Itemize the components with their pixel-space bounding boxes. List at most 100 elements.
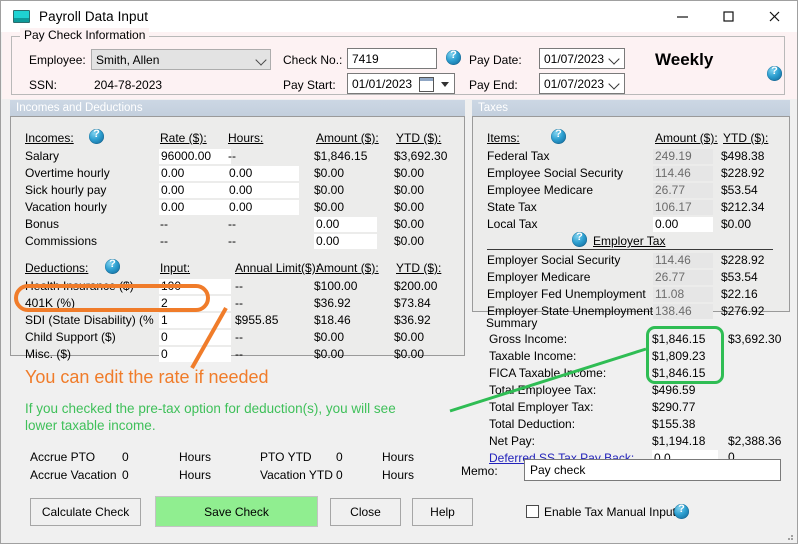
tax-amount-readonly: 106.17: [653, 200, 713, 215]
enable-tax-manual-input-checkbox[interactable]: [526, 505, 539, 518]
employer-tax-divider: [487, 249, 773, 250]
income-hours-na: --: [228, 234, 236, 249]
incomes-help-icon[interactable]: [89, 129, 104, 144]
pay-start-date-picker[interactable]: 01/01/2023: [347, 73, 455, 94]
income-amount-input[interactable]: 0.00: [314, 217, 377, 232]
summary-row-value: $496.59: [652, 383, 695, 397]
column-ytd: YTD ($):: [396, 131, 441, 145]
taxes-panel: Items: Amount ($): YTD ($): Federal Tax …: [472, 116, 790, 312]
deduction-amount-value: $36.92: [314, 296, 351, 311]
employer-tax-amount: 11.08: [653, 287, 713, 302]
employer-tax-row-label: Employer Social Security: [487, 253, 620, 267]
close-icon[interactable]: [751, 1, 797, 32]
income-row-label: Bonus: [25, 217, 59, 231]
pay-end-value: 01/07/2023: [544, 77, 604, 91]
summary-row-ytd: $3,692.30: [728, 332, 781, 346]
income-ytd-value: $3,692.30: [394, 149, 447, 164]
vacation-ytd-units: Hours: [382, 468, 414, 482]
column-ytd: YTD ($):: [723, 131, 768, 145]
deduction-amount-value: $100.00: [314, 279, 357, 294]
tax-ytd-value: $53.54: [721, 183, 758, 198]
pay-frequency-label: Weekly: [655, 50, 713, 70]
deduction-amount-value: $18.46: [314, 313, 351, 328]
employer-tax-help-icon[interactable]: [572, 232, 587, 247]
resize-grip[interactable]: [784, 531, 794, 541]
taxable-income-highlight: [646, 326, 724, 384]
incomes-header: Incomes:: [25, 131, 74, 145]
help-button[interactable]: Help: [412, 498, 473, 526]
pto-ytd-units: Hours: [382, 450, 414, 464]
deduction-limit-na: --: [235, 279, 243, 294]
pto-ytd-label: PTO YTD: [260, 450, 312, 464]
accrue-pto-value: 0: [122, 450, 129, 464]
deduction-amount-value: $0.00: [314, 330, 344, 345]
tax-amount-readonly: 249.19: [653, 149, 713, 164]
pay-end-date-picker[interactable]: 01/07/2023: [539, 73, 625, 94]
ssn-label: SSN:: [29, 78, 57, 92]
pay-start-label: Pay Start:: [283, 78, 336, 92]
employee-select[interactable]: Smith, Allen: [91, 49, 271, 70]
income-hours-na: --: [228, 149, 236, 164]
pay-date-picker[interactable]: 01/07/2023: [539, 48, 625, 69]
income-hours-input[interactable]: 0.00: [227, 166, 299, 181]
accrue-vacation-value: 0: [122, 468, 129, 482]
income-hours-input[interactable]: 0.00: [227, 200, 299, 215]
column-input: Input:: [160, 261, 190, 275]
summary-row-ytd: $2,388.36: [728, 434, 781, 448]
accrue-pto-label: Accrue PTO: [30, 450, 95, 464]
tax-row-label: Federal Tax: [487, 149, 549, 163]
memo-label: Memo:: [461, 464, 498, 478]
income-rate-input[interactable]: 96000.00: [159, 149, 231, 164]
check-no-input[interactable]: 7419: [347, 48, 437, 69]
memo-input[interactable]: Pay check: [524, 459, 781, 481]
tax-amount-input[interactable]: 0.00: [653, 217, 713, 232]
maximize-icon[interactable]: [705, 1, 751, 32]
column-rate: Rate ($):: [160, 131, 207, 145]
ssn-value: 204-78-2023: [94, 78, 162, 92]
annotation-green-line2: lower taxable income.: [25, 417, 465, 434]
calculate-check-button[interactable]: Calculate Check: [30, 498, 141, 526]
deduction-row-label: SDI (State Disability) (%: [25, 313, 154, 327]
income-hours-na: --: [228, 217, 236, 232]
column-amount: Amount ($):: [655, 131, 718, 145]
group-border-left: [12, 36, 20, 37]
green-pointer-line: [446, 341, 656, 421]
deduction-ytd-value: $0.00: [394, 347, 424, 362]
annotation-green-line1: If you checked the pre-tax option for de…: [25, 400, 465, 417]
chevron-down-icon: [441, 82, 449, 87]
frequency-help-icon[interactable]: [767, 66, 782, 81]
income-amount-input[interactable]: 0.00: [314, 234, 377, 249]
deduction-ytd-value: $0.00: [394, 330, 424, 345]
calendar-icon: [419, 77, 434, 92]
income-ytd-value: $0.00: [394, 217, 424, 232]
employee-label: Employee:: [29, 53, 86, 67]
tax-row-label: State Tax: [487, 200, 537, 214]
tax-row-label: Local Tax: [487, 217, 537, 231]
taxes-help-icon[interactable]: [551, 129, 566, 144]
check-no-help-icon[interactable]: [446, 50, 461, 65]
window-title: Payroll Data Input: [39, 9, 148, 24]
income-rate-input[interactable]: 0.00: [159, 200, 231, 215]
column-hours: Hours:: [228, 131, 263, 145]
income-rate-input[interactable]: 0.00: [159, 166, 231, 181]
tax-row-label: Employee Social Security: [487, 166, 623, 180]
chevron-down-icon: [608, 78, 619, 89]
tax-ytd-value: $228.92: [721, 166, 764, 181]
column-annual-limit: Annual Limit($):: [235, 261, 319, 275]
accrue-vacation-units: Hours: [179, 468, 211, 482]
tax-ytd-value: $212.34: [721, 200, 764, 215]
employer-tax-row-label: Employer Medicare: [487, 270, 590, 284]
minimize-icon[interactable]: [659, 1, 705, 32]
income-hours-input[interactable]: 0.00: [227, 183, 299, 198]
save-check-button[interactable]: Save Check: [155, 496, 318, 527]
income-rate-input[interactable]: 0.00: [159, 183, 231, 198]
deduction-ytd-value: $36.92: [394, 313, 431, 328]
employer-tax-ytd: $228.92: [721, 253, 764, 268]
deductions-header: Deductions:: [25, 261, 88, 275]
manual-input-help-icon[interactable]: [674, 504, 689, 519]
employer-tax-amount: 26.77: [653, 270, 713, 285]
employer-tax-ytd: $276.92: [721, 304, 764, 319]
close-button[interactable]: Close: [330, 498, 401, 526]
deductions-help-icon[interactable]: [105, 259, 120, 274]
employee-value: Smith, Allen: [96, 53, 159, 67]
